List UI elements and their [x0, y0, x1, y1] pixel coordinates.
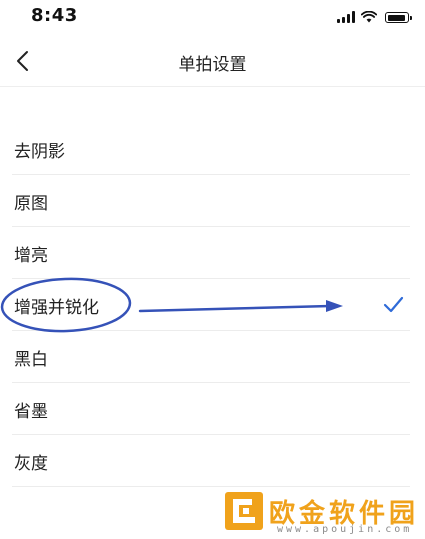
- wifi-icon: [361, 11, 377, 23]
- option-grayscale[interactable]: 灰度: [12, 435, 410, 487]
- option-label: 黑白: [14, 350, 48, 370]
- option-label: 增亮: [14, 246, 48, 266]
- option-label: 增强并锐化: [14, 298, 99, 318]
- status-time: 8:43: [31, 5, 78, 26]
- watermark-url: www.apoujin.com: [277, 524, 413, 535]
- option-label: 原图: [14, 194, 48, 214]
- option-save-ink[interactable]: 省墨: [12, 383, 410, 435]
- watermark-icon: [225, 492, 263, 530]
- screen: 8:43 单拍设置 去阴影 原图 增亮 增强并锐化 黑白 省墨 灰度 欧金软件园…: [0, 0, 425, 539]
- option-remove-shadow[interactable]: 去阴影: [12, 123, 410, 175]
- cellular-signal-icon: [337, 11, 355, 23]
- option-brighten[interactable]: 增亮: [12, 227, 410, 279]
- option-label: 去阴影: [14, 142, 65, 162]
- battery-icon: [385, 12, 412, 23]
- option-original[interactable]: 原图: [12, 175, 410, 227]
- watermark-logo: 欧金软件园 www.apoujin.com: [225, 490, 420, 538]
- page-title: 单拍设置: [178, 55, 247, 75]
- status-icons: [337, 9, 412, 23]
- option-black-white[interactable]: 黑白: [12, 331, 410, 383]
- option-label: 省墨: [14, 402, 48, 422]
- nav-bar: 单拍设置: [0, 36, 425, 87]
- option-enhance-sharpen[interactable]: 增强并锐化: [12, 279, 410, 331]
- filter-option-list: 去阴影 原图 增亮 增强并锐化 黑白 省墨 灰度: [12, 123, 410, 487]
- option-label: 灰度: [14, 454, 48, 474]
- status-bar: 8:43: [0, 0, 425, 36]
- checkmark-icon: [383, 296, 404, 313]
